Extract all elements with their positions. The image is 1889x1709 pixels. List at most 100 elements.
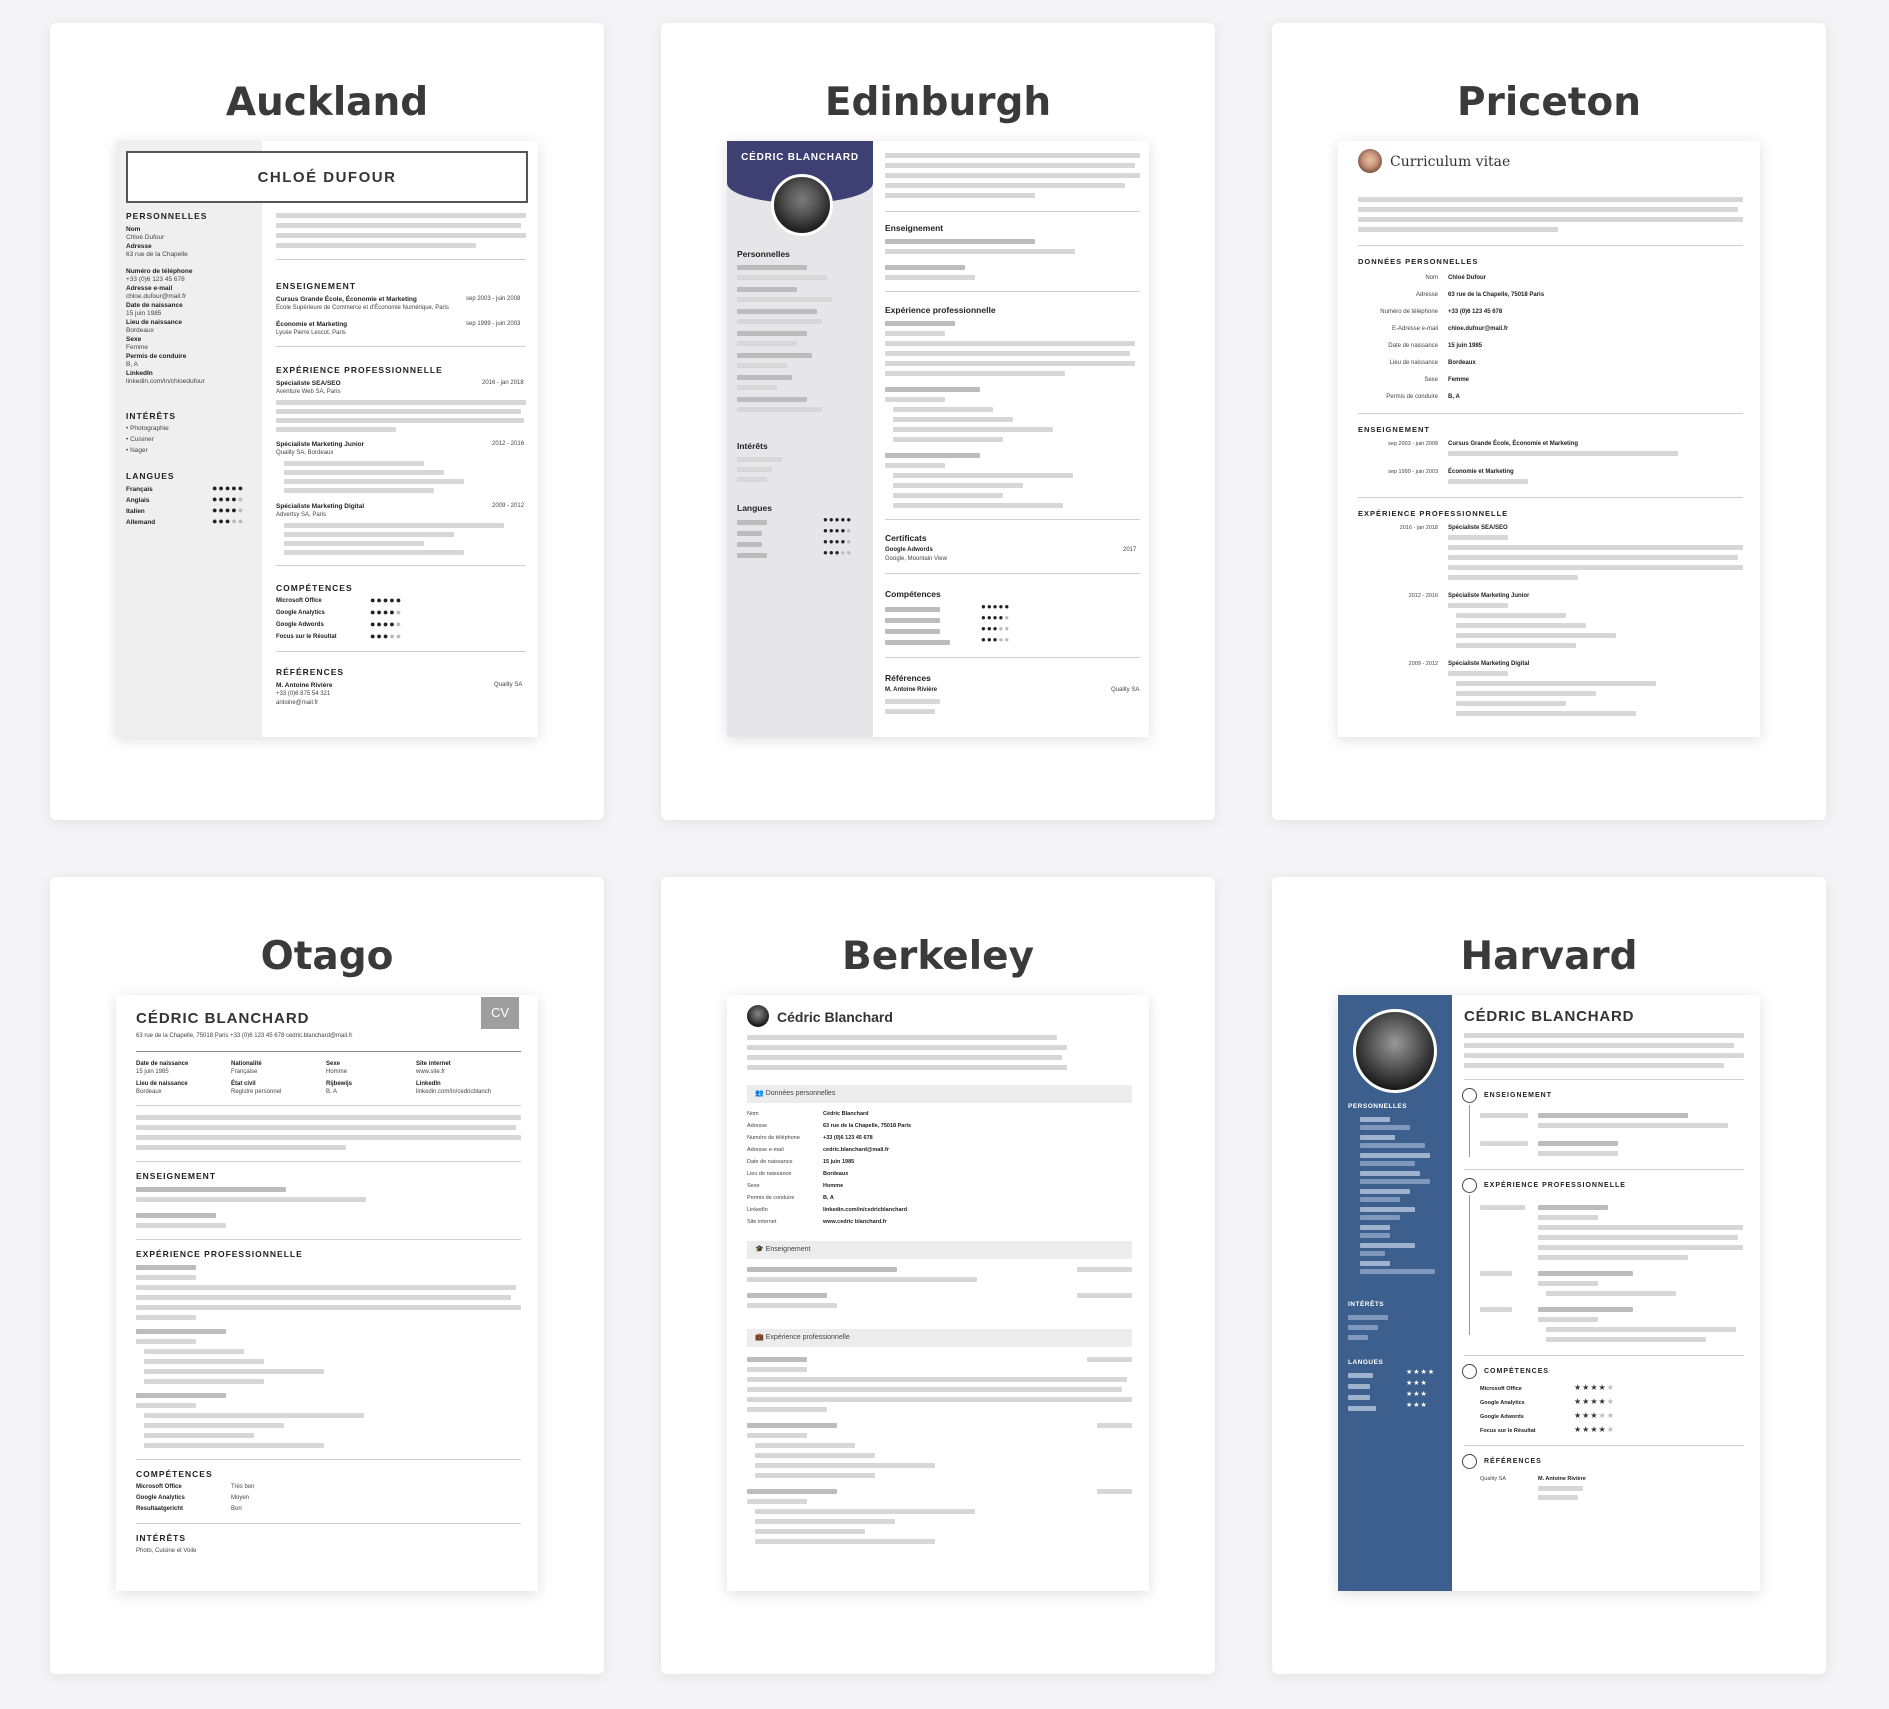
text-line [885, 387, 980, 392]
bullet-line [1546, 1327, 1736, 1332]
fact-value: Bordeaux [136, 1089, 162, 1095]
divider [885, 573, 1140, 574]
graduation-cap-icon [1462, 1088, 1477, 1103]
row-value: 15 juin 1985 [1448, 343, 1483, 349]
template-card-harvard[interactable]: Harvard PERSONNELLES INTÉRÊTS LANGUES ★★… [1272, 877, 1826, 1674]
text-line [1360, 1269, 1435, 1274]
education-school: Lycée Pierre Lescot, Paris [276, 330, 346, 336]
section-personal-data: 👥 Données personnelles [755, 1090, 836, 1097]
cv-preview-edinburgh[interactable]: CÉDRIC BLANCHARD Personnelles Intérêts L… [727, 141, 1149, 737]
text-line [1448, 565, 1743, 570]
section-education: Enseignement [885, 223, 944, 233]
experience-date: 2009 - 2012 [492, 503, 525, 509]
template-card-berkeley[interactable]: Berkeley Cédric Blanchard 👥 Données pers… [661, 877, 1215, 1674]
cv-preview-berkeley[interactable]: Cédric Blanchard 👥 Données personnelles … [727, 995, 1149, 1591]
experience-date: 2009 - 2012 [1408, 661, 1438, 667]
experience-company: Advertsy SA, Paris [276, 512, 327, 518]
text-line [885, 331, 945, 336]
text-line [747, 1397, 1132, 1402]
text-line [737, 375, 792, 380]
template-card-priceton[interactable]: Priceton Curriculum vitae DONNÉES PERSON… [1272, 23, 1826, 820]
experience-title: Spécialiste Marketing Digital [276, 503, 365, 510]
timeline-line [1469, 1195, 1470, 1335]
text-line [136, 1305, 521, 1310]
text-line [1348, 1315, 1388, 1320]
section-education: ENSEIGNEMENT [276, 281, 357, 291]
text-line [1358, 197, 1743, 202]
text-line [737, 363, 787, 368]
template-card-auckland[interactable]: Auckland CHLOÉ DUFOUR PERSONNELLES Nom C… [50, 23, 604, 820]
text-line [885, 265, 965, 270]
bullet-line [755, 1539, 935, 1544]
experience-date: 2012 - 2016 [1408, 593, 1438, 599]
text-line [1360, 1207, 1415, 1212]
row-label: E-Adresse e-mail [1391, 326, 1438, 332]
text-line [885, 361, 1135, 366]
section-skills: Compétences [885, 589, 941, 599]
fact-value: Registre personnel [231, 1089, 282, 1095]
text-line [1448, 479, 1528, 484]
template-card-edinburgh[interactable]: Edinburgh CÉDRIC BLANCHARD Personnelles … [661, 23, 1215, 820]
text-line [136, 1339, 196, 1344]
cv-preview-priceton[interactable]: Curriculum vitae DONNÉES PERSONNELLES No… [1338, 141, 1760, 737]
text-line [1348, 1335, 1368, 1340]
cv-preview-otago[interactable]: CÉDRIC BLANCHARD CV 63 rue de la Chapell… [116, 995, 538, 1591]
education-title: Cursus Grande École, Économie et Marketi… [1448, 441, 1579, 447]
bullet-line [144, 1359, 264, 1364]
section-education: ENSEIGNEMENT [1358, 425, 1431, 434]
reference-phone: +33 (0)6 875 54 321 [276, 691, 331, 697]
skill-level: Moyen [231, 1495, 250, 1501]
value-linkedin: linkedin.com/in/chloedufour [126, 378, 205, 385]
divider [1464, 1169, 1744, 1170]
section-experience: EXPÉRIENCE PROFESSIONNELLE [136, 1249, 303, 1259]
section-languages: Langues [737, 503, 772, 513]
text-line [1464, 1033, 1744, 1038]
row-value: Bordeaux [823, 1171, 849, 1177]
divider [1464, 1445, 1744, 1446]
text-line [1348, 1406, 1376, 1411]
text-line [276, 243, 476, 248]
text-line [1448, 603, 1508, 608]
text-line [885, 163, 1135, 168]
section-experience: EXPÉRIENCE PROFESSIONNELLE [1484, 1182, 1626, 1189]
text-line [737, 287, 797, 292]
skill-level-stars: ★★★★★ [1574, 1383, 1615, 1392]
experience-date: 2016 - jan 2018 [482, 380, 524, 386]
bullet-line [755, 1509, 975, 1514]
skill-level-stars: ★★★★★ [1574, 1411, 1615, 1420]
text-line [1538, 1255, 1688, 1260]
users-icon: 👥 [755, 1090, 764, 1097]
section-languages: LANGUES [126, 471, 175, 481]
value-sex: Femme [126, 344, 149, 351]
bullet-line [893, 417, 1013, 422]
reference-company: Quality SA [494, 682, 523, 688]
section-skills: COMPÉTENCES [136, 1469, 213, 1479]
cv-name: CHLOÉ DUFOUR [257, 169, 397, 186]
section-experience: EXPÉRIENCE PROFESSIONNELLE [276, 365, 443, 375]
text-line [885, 239, 1035, 244]
text-line [885, 183, 1125, 188]
text-line [1077, 1293, 1132, 1298]
row-value: B, A [823, 1195, 834, 1201]
language-level-stars: ★★★★ [1406, 1369, 1436, 1376]
text-line [747, 1055, 1062, 1060]
language-level-dots: ●●●●● [823, 526, 853, 535]
section-references: RÉFÉRENCES [1484, 1458, 1542, 1465]
text-line [747, 1489, 837, 1494]
text-line [885, 321, 955, 326]
template-title: Edinburgh [824, 80, 1052, 125]
text-line [747, 1433, 807, 1438]
cv-preview-auckland[interactable]: CHLOÉ DUFOUR PERSONNELLES Nom Chloé Dufo… [116, 141, 538, 737]
bullet-line [1546, 1291, 1676, 1296]
divider [885, 211, 1140, 212]
text-line [1480, 1141, 1528, 1146]
template-card-otago[interactable]: Otago CÉDRIC BLANCHARD CV 63 rue de la C… [50, 877, 604, 1674]
text-line [1360, 1125, 1410, 1130]
skill-name: Google Adwords [1480, 1414, 1524, 1420]
divider [1358, 413, 1743, 414]
cv-preview-harvard[interactable]: PERSONNELLES INTÉRÊTS LANGUES ★★★★ ★★★ ★… [1338, 995, 1760, 1591]
contact-line: 63 rue de la Chapelle, 75018 Paris +33 (… [136, 1033, 353, 1039]
education-date: sep 2003 - juin 2008 [466, 296, 521, 302]
row-value: cedric.blanchard@mail.fr [823, 1147, 889, 1153]
bullet-line [893, 427, 1053, 432]
